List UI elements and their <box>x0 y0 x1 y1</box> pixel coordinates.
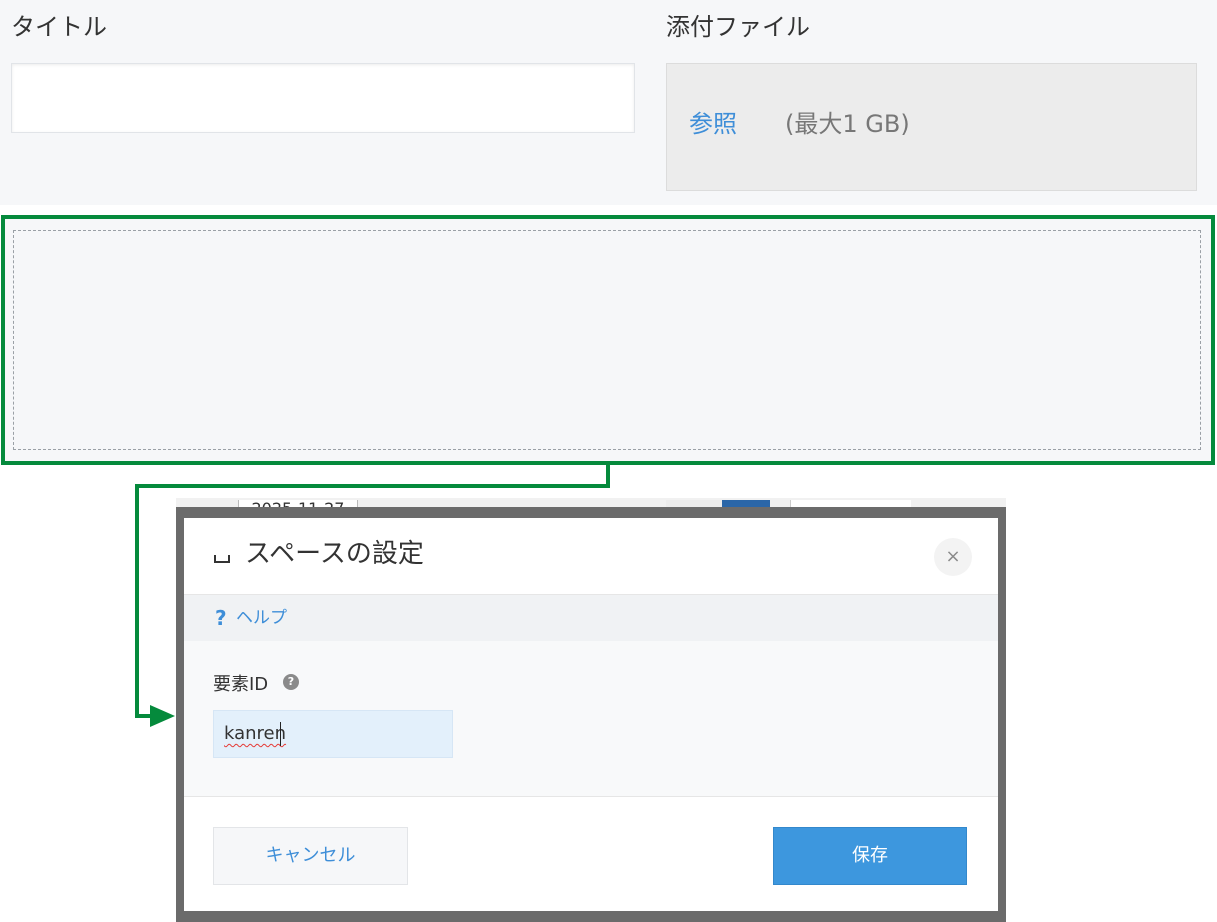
browse-link[interactable]: 参照 <box>689 110 737 139</box>
close-icon[interactable]: × <box>934 538 972 576</box>
title-field-label: タイトル <box>11 13 107 41</box>
dialog-title: スペースの設定 <box>245 539 424 569</box>
save-button[interactable]: 保存 <box>773 827 967 885</box>
cancel-button[interactable]: キャンセル <box>213 827 408 885</box>
element-id-help-icon[interactable]: ? <box>283 674 299 690</box>
space-element-highlight <box>1 215 1215 465</box>
element-id-input[interactable]: kanren <box>213 710 453 758</box>
text-caret <box>280 722 281 746</box>
space-element[interactable] <box>13 230 1201 450</box>
attachment-dropzone: 参照 (最大1 GB) <box>666 63 1197 191</box>
help-link[interactable]: ヘルプ <box>236 608 287 628</box>
dialog-body: 要素ID ? kanren <box>184 641 998 796</box>
attachment-field-label: 添付ファイル <box>666 13 810 41</box>
space-icon <box>214 555 230 563</box>
title-input[interactable] <box>11 63 635 133</box>
dialog-footer: キャンセル 保存 <box>184 796 998 911</box>
help-icon: ? <box>215 606 227 630</box>
max-size-note: (最大1 GB) <box>785 110 910 138</box>
dialog-header: スペースの設定 × <box>184 518 998 595</box>
dialog-overlay-frame: スペースの設定 × ? ヘルプ 要素ID ? kanren キャンセル 保存 <box>176 507 1006 922</box>
form-area: タイトル 添付ファイル 参照 (最大1 GB) <box>0 0 1217 205</box>
element-id-label: 要素ID <box>213 674 269 695</box>
help-bar: ? ヘルプ <box>184 595 998 641</box>
space-settings-dialog: スペースの設定 × ? ヘルプ 要素ID ? kanren キャンセル 保存 <box>184 518 998 911</box>
element-id-value: kanren <box>224 723 287 744</box>
